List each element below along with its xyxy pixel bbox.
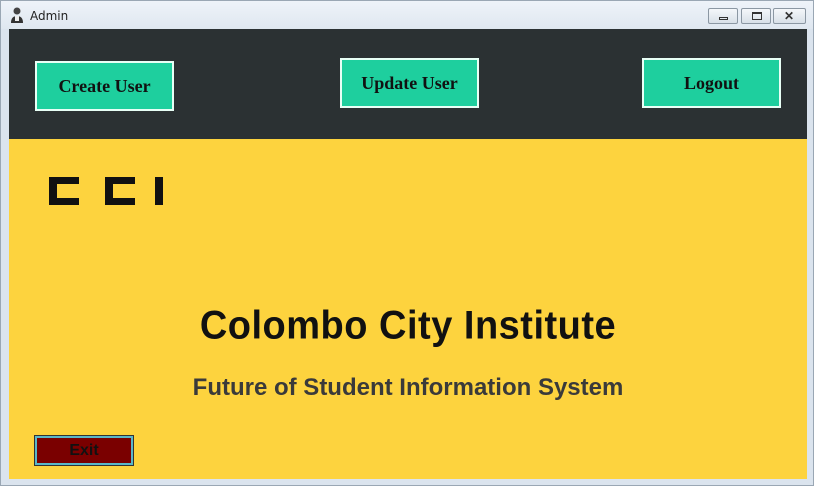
admin-window: Admin ✕ Create User Update User Logout C… bbox=[0, 0, 814, 486]
header-bar: Create User Update User Logout bbox=[9, 29, 807, 139]
update-user-button[interactable]: Update User bbox=[340, 58, 479, 108]
create-user-button[interactable]: Create User bbox=[35, 61, 174, 111]
cci-logo bbox=[49, 177, 163, 205]
minimize-icon bbox=[719, 17, 728, 20]
system-subtitle: Future of Student Information System bbox=[192, 374, 624, 401]
main-content: Colombo City Institute Future of Student… bbox=[9, 139, 807, 479]
close-icon: ✕ bbox=[784, 9, 795, 23]
institute-name: Colombo City Institute bbox=[199, 303, 617, 349]
title-bar[interactable]: Admin ✕ bbox=[1, 1, 813, 29]
logout-button[interactable]: Logout bbox=[642, 58, 781, 108]
maximize-button[interactable] bbox=[741, 8, 771, 24]
window-title: Admin bbox=[30, 9, 69, 23]
exit-button[interactable]: Exit bbox=[34, 435, 134, 466]
minimize-button[interactable] bbox=[708, 8, 738, 24]
close-button[interactable]: ✕ bbox=[773, 8, 806, 24]
user-icon bbox=[11, 7, 23, 23]
maximize-icon bbox=[752, 12, 762, 20]
